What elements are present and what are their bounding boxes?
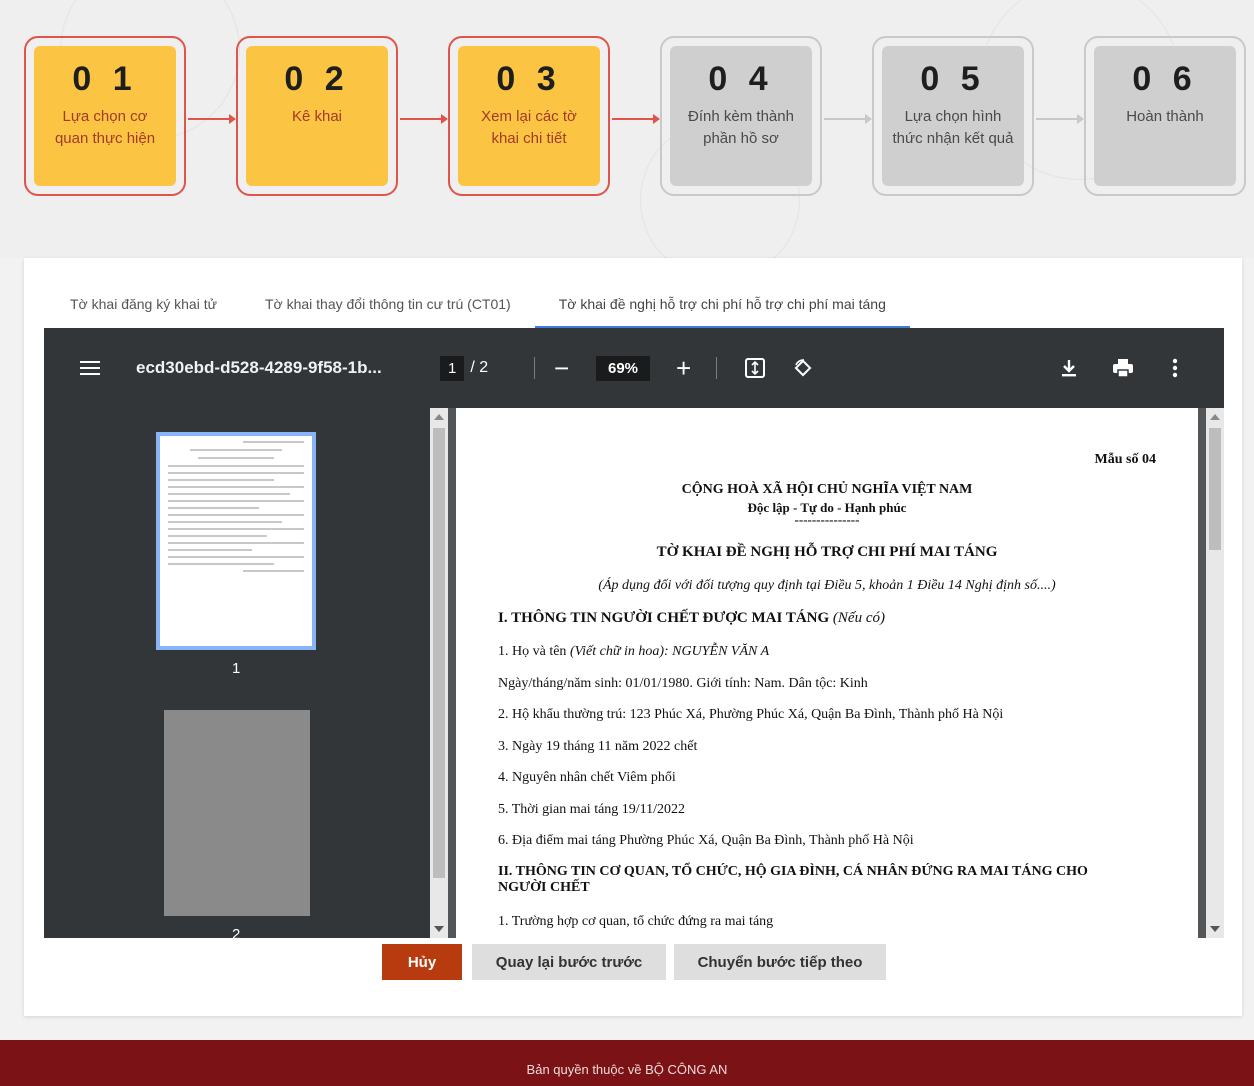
form-card: Tờ khai đăng ký khai tử Tờ khai thay đổi… [24, 258, 1242, 1016]
pdf-viewer: ecd30ebd-d528-4289-9f58-1b... 1 / 2 − 69… [44, 328, 1224, 938]
doc-line: 6. Địa điểm mai táng Phường Phúc Xá, Quậ… [498, 833, 914, 848]
step-1[interactable]: 0 1 Lựa chọn cơ quan thực hiện [24, 36, 186, 196]
doc-line: Ngày/tháng/năm sinh: 01/01/1980. Giới tí… [498, 676, 868, 691]
download-icon[interactable] [1060, 328, 1078, 408]
next-step-button[interactable]: Chuyển bước tiếp theo [674, 944, 886, 980]
cancel-button[interactable]: Hủy [382, 944, 462, 980]
rotate-icon[interactable] [792, 328, 814, 408]
doc-line-name: 1. Họ và tên (Viết chữ in hoa): NGUYỄN V… [498, 644, 769, 660]
scroll-down-icon[interactable] [1210, 926, 1220, 932]
section-1-title: I. THÔNG TIN NGƯỜI CHẾT ĐƯỢC MAI TÁNG [498, 610, 830, 626]
footer: Bản quyền thuộc về BỘ CÔNG AN [0, 1040, 1254, 1086]
scroll-up-icon[interactable] [1210, 414, 1220, 420]
zoom-input[interactable]: 69% [596, 355, 651, 381]
copyright-text: Bản quyền thuộc về BỘ CÔNG AN [526, 1062, 728, 1077]
page-area: Mẫu số 04 CỘNG HOÀ XÃ HỘI CHỦ NGHĨA VIỆT… [448, 408, 1206, 938]
toolbar-divider [534, 328, 535, 408]
doc-line: 3. Ngày 19 tháng 11 năm 2022 chết [498, 739, 698, 754]
total-pages: / 2 [470, 359, 489, 376]
form-tabs: Tờ khai đăng ký khai tử Tờ khai thay đổi… [46, 286, 910, 328]
step-number: 0 4 [708, 60, 774, 98]
step-number: 0 2 [284, 60, 350, 98]
step-6[interactable]: 0 6 Hoàn thành [1084, 36, 1246, 196]
doc-line: 2. Hộ khẩu thường trú: 123 Phúc Xá, Phườ… [498, 707, 1004, 722]
menu-icon[interactable] [80, 328, 100, 408]
step-label: Lựa chọn hình thức nhận kết quả [892, 108, 1014, 147]
document-page: Mẫu số 04 CỘNG HOÀ XÃ HỘI CHỦ NGHĨA VIỆT… [456, 408, 1198, 938]
header-rule: --------------- [794, 512, 860, 527]
zoom-in-icon[interactable]: + [676, 328, 691, 408]
document-title: TỜ KHAI ĐỀ NGHỊ HỖ TRỢ CHI PHÍ MAI TÁNG [656, 544, 998, 560]
step-label: Xem lại các tờ khai chi tiết [481, 108, 577, 147]
scroll-up-icon[interactable] [434, 414, 444, 420]
thumbnail-panel: 1 2 [44, 408, 430, 938]
file-name: ecd30ebd-d528-4289-9f58-1b... [136, 358, 382, 377]
section-1-note: (Nếu có) [832, 610, 885, 626]
step-arrow [400, 114, 448, 124]
step-number: 0 5 [920, 60, 986, 98]
doc-line: 1. Trường hợp cơ quan, tổ chức đứng ra m… [498, 914, 774, 929]
step-arrow [824, 114, 872, 124]
section-2-title-cont: NGƯỜI CHẾT [498, 880, 590, 895]
zoom-level: 69% [596, 328, 651, 408]
step-arrow [1036, 114, 1084, 124]
fit-page-icon[interactable] [744, 328, 766, 408]
doc-line: 5. Thời gian mai táng 19/11/2022 [498, 802, 686, 817]
step-progress: 0 1 Lựa chọn cơ quan thực hiện 0 2 Kê khai… [0, 0, 1254, 280]
step-arrow [188, 114, 236, 124]
step-label: Kê khai [291, 108, 343, 125]
step-label: Lựa chọn cơ quan thực hiện [54, 108, 156, 147]
thumbnail-scrollbar[interactable] [430, 408, 448, 938]
step-number: 0 6 [1132, 60, 1198, 98]
step-arrow [612, 114, 660, 124]
page-thumbnail-1[interactable] [156, 432, 316, 650]
step-number: 0 1 [72, 60, 138, 98]
toolbar-divider [716, 328, 717, 408]
tab-death-registration[interactable]: Tờ khai đăng ký khai tử [46, 286, 241, 328]
page-number-input[interactable]: 1 [440, 355, 465, 381]
section-2-title: II. THÔNG TIN CƠ QUAN, TỔ CHỨC, HỘ GIA Đ… [498, 864, 1088, 879]
page-indicator: 1 / 2 [440, 328, 488, 408]
step-label: Hoàn thành [1126, 108, 1204, 125]
document-subtitle: (Áp dụng đối với đối tượng quy định tại … [598, 578, 1056, 593]
step-2[interactable]: 0 2 Kê khai [236, 36, 398, 196]
form-number: Mẫu số 04 [1094, 452, 1156, 467]
scroll-down-icon[interactable] [434, 926, 444, 932]
section-1-heading: I. THÔNG TIN NGƯỜI CHẾT ĐƯỢC MAI TÁNG (N… [498, 610, 885, 627]
zoom-out-icon[interactable]: − [554, 328, 569, 408]
back-button[interactable]: Quay lại bước trước [472, 944, 666, 980]
line-prefix: 1. Họ và tên [498, 644, 567, 659]
step-4[interactable]: 0 4 Đính kèm thành phần hồ sơ [660, 36, 822, 196]
document-scrollbar[interactable] [1206, 408, 1224, 938]
tab-funeral-support[interactable]: Tờ khai đề nghị hỗ trợ chi phí hỗ trợ ch… [534, 286, 910, 328]
doc-line: 4. Nguyên nhân chết Viêm phổi [498, 770, 676, 785]
nation-header: CỘNG HOÀ XÃ HỘI CHỦ NGHĨA VIỆT NAM [681, 482, 973, 497]
step-label: Đính kèm thành phần hồ sơ [688, 108, 794, 147]
page-thumbnail-2[interactable] [164, 710, 310, 916]
step-5[interactable]: 0 5 Lựa chọn hình thức nhận kết quả [872, 36, 1034, 196]
more-icon[interactable] [1172, 328, 1178, 408]
line-value: (Viết chữ in hoa): NGUYỄN VĂN A [569, 644, 770, 659]
tab-residence-change[interactable]: Tờ khai thay đổi thông tin cư trú (CT01) [241, 286, 535, 328]
step-number: 0 3 [496, 60, 562, 98]
thumbnail-label: 1 [232, 660, 241, 677]
print-icon[interactable] [1112, 328, 1134, 408]
pdf-toolbar: ecd30ebd-d528-4289-9f58-1b... 1 / 2 − 69… [44, 328, 1224, 408]
thumbnail-label: 2 [232, 926, 241, 938]
step-3[interactable]: 0 3 Xem lại các tờ khai chi tiết [448, 36, 610, 196]
